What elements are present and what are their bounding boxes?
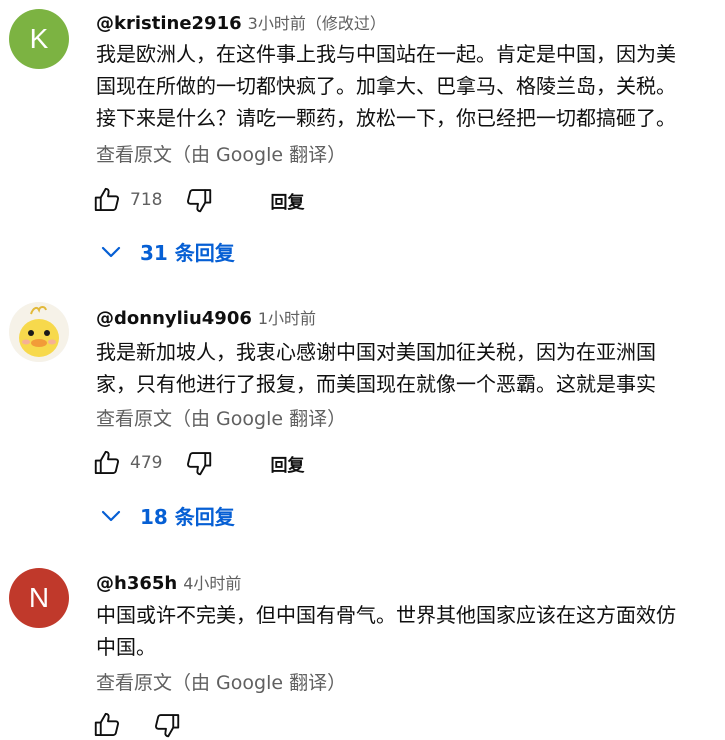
see-original-link[interactable]: 查看原文（由 Google 翻译） [96, 140, 346, 167]
like-count: 479 [130, 453, 163, 473]
avatar[interactable]: N [9, 568, 69, 628]
comment-text: 中国或许不完美，但中国有骨气。世界其他国家应该在这方面效仿 中国。 [96, 599, 716, 663]
comment-time[interactable]: 3小时前（修改过） [248, 14, 386, 33]
chevron-down-icon [101, 246, 121, 257]
comment-text: 我是新加坡人，我衷心感谢中国对美国加征关税，因为在亚洲国 家，只有他进行了报复，… [96, 336, 716, 400]
replies-count: 18 条回复 [140, 505, 235, 529]
see-original-link[interactable]: 查看原文（由 Google 翻译） [96, 668, 346, 695]
comment-author[interactable]: @donnyliu4906 [96, 308, 252, 329]
avatar[interactable] [9, 302, 69, 362]
thumbs-up-icon [94, 187, 120, 211]
view-replies-button[interactable]: 18 条回复 [100, 501, 235, 530]
avatar[interactable]: K [9, 9, 69, 69]
comment-header: @kristine2916 3小时前（修改过） [96, 10, 386, 34]
like-button[interactable] [92, 710, 122, 740]
dislike-button[interactable] [152, 710, 182, 740]
comment-text-line: 我是欧洲人，在这件事上我与中国站在一起。肯定是中国，因为美 [96, 42, 676, 66]
avatar-initial: K [29, 23, 49, 54]
reply-button[interactable]: 回复 [270, 188, 304, 213]
avatar-initial: N [28, 582, 50, 613]
see-original-link[interactable]: 查看原文（由 Google 翻译） [96, 404, 346, 431]
reply-button[interactable]: 回复 [270, 451, 304, 476]
thumbs-up-icon [94, 712, 120, 736]
comment-text-line: 家，只有他进行了报复，而美国现在就像一个恶霸。这就是事实 [96, 372, 656, 396]
comment-time[interactable]: 4小时前 [183, 574, 241, 593]
comment-text-line: 中国。 [96, 635, 156, 659]
like-button[interactable] [92, 448, 122, 478]
comment-time[interactable]: 1小时前 [258, 309, 316, 328]
comment-text: 我是欧洲人，在这件事上我与中国站在一起。肯定是中国，因为美 国现在所做的一切都快… [96, 38, 716, 134]
comment-author[interactable]: @h365h [96, 573, 177, 594]
thumbs-down-icon [154, 714, 180, 738]
comment-actions: 479 回复 [92, 448, 304, 478]
comment-author[interactable]: @kristine2916 [96, 13, 242, 34]
view-replies-button[interactable]: 31 条回复 [100, 237, 235, 266]
comment-actions [92, 710, 182, 740]
duck-avatar-icon [9, 302, 69, 362]
dislike-button[interactable] [184, 448, 214, 478]
thumbs-down-icon [187, 452, 212, 476]
thumbs-up-icon [94, 450, 120, 474]
comment-text-line: 中国或许不完美，但中国有骨气。世界其他国家应该在这方面效仿 [96, 603, 676, 627]
replies-count: 31 条回复 [140, 241, 235, 265]
comment-text-line: 接下来是什么？请吃一颗药，放松一下，你已经把一切都搞砸了。 [96, 106, 676, 130]
comment-header: @h365h 4小时前 [96, 570, 241, 594]
comment-header: @donnyliu4906 1小时前 [96, 305, 316, 329]
chevron-down-icon [101, 510, 121, 521]
comment-actions: 718 回复 [92, 185, 304, 215]
comment-text-line: 国现在所做的一切都快疯了。加拿大、巴拿马、格陵兰岛，关税。 [96, 74, 676, 98]
dislike-button[interactable] [184, 185, 214, 215]
thumbs-down-icon [187, 189, 212, 213]
like-count: 718 [130, 190, 163, 210]
like-button[interactable] [92, 185, 122, 215]
comment-text-line: 我是新加坡人，我衷心感谢中国对美国加征关税，因为在亚洲国 [96, 340, 656, 364]
